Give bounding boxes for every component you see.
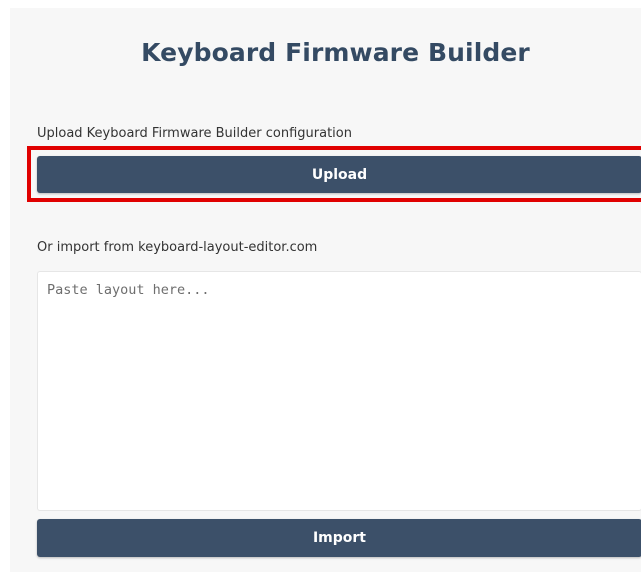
- upload-button[interactable]: Upload: [37, 156, 641, 193]
- import-label: Or import from keyboard-layout-editor.co…: [37, 240, 318, 255]
- main-panel: Keyboard Firmware Builder Upload Keyboar…: [10, 8, 641, 572]
- page-title: Keyboard Firmware Builder: [141, 38, 530, 67]
- upload-label: Upload Keyboard Firmware Builder configu…: [37, 126, 352, 141]
- layout-textarea[interactable]: [37, 271, 641, 511]
- import-button[interactable]: Import: [37, 519, 641, 557]
